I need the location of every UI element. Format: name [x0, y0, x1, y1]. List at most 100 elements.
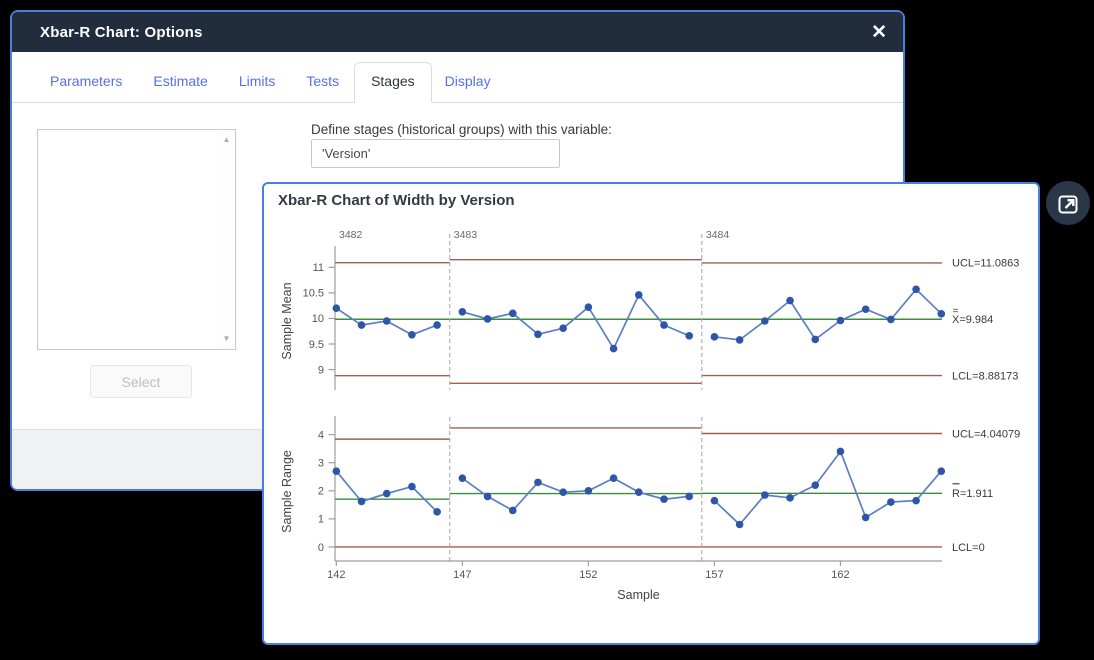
range-data-point: [333, 467, 341, 475]
mean-data-point: [912, 286, 920, 294]
range-data-point: [509, 507, 517, 515]
range-data-point: [887, 498, 895, 506]
mean-series-line: [462, 295, 689, 349]
mean-data-point: [408, 331, 416, 339]
listbox-scrollbar[interactable]: ▲ ▼: [218, 130, 235, 349]
range-data-point: [761, 491, 769, 499]
x-tick-label: 152: [579, 569, 597, 581]
stage-label: 3483: [454, 229, 478, 241]
range-data-point: [484, 493, 492, 501]
x-tick-label: 147: [453, 569, 471, 581]
range-data-point: [610, 474, 618, 482]
mean-data-point: [685, 332, 693, 340]
range-series-line: [462, 478, 689, 510]
chart-window: 99.51010.511Sample Mean348234833484UCL=1…: [262, 182, 1040, 645]
y-tick-label: 11: [313, 262, 324, 274]
mean-data-point: [862, 305, 870, 313]
range-data-point: [685, 493, 693, 501]
tab-limits[interactable]: Limits: [239, 73, 276, 102]
range-data-point: [837, 448, 845, 456]
mean-series-line: [714, 289, 941, 340]
mean-data-point: [811, 336, 819, 344]
dialog-title: Xbar-R Chart: Options: [40, 24, 203, 41]
range-axis-title: Sample Range: [280, 450, 294, 533]
stage-label: 3484: [706, 229, 730, 241]
limit-annotation: UCL=4.04079: [952, 428, 1020, 440]
scroll-up-icon[interactable]: ▲: [218, 132, 235, 148]
stage-variable-input[interactable]: [311, 139, 560, 168]
range-data-point: [786, 494, 794, 502]
range-data-point: [408, 483, 416, 491]
range-data-point: [711, 497, 719, 505]
stage-label: 3482: [339, 229, 363, 241]
mean-data-point: [333, 304, 341, 312]
range-data-point: [534, 479, 542, 487]
y-tick-label: 1: [318, 514, 324, 526]
limit-annotation: UCL=11.0863: [952, 258, 1019, 270]
mean-data-point: [786, 297, 794, 305]
tab-bar: Parameters Estimate Limits Tests Stages …: [12, 52, 903, 103]
mean-data-point: [887, 316, 895, 324]
range-data-point: [585, 487, 593, 495]
y-tick-label: 10.5: [303, 288, 324, 300]
y-tick-label: 2: [318, 486, 324, 498]
mean-data-point: [761, 317, 769, 325]
mean-data-point: [711, 333, 719, 341]
mean-data-point: [383, 317, 391, 325]
range-data-point: [937, 467, 945, 475]
select-button[interactable]: Select: [90, 365, 192, 398]
limit-annotation: LCL=8.88173: [952, 370, 1018, 382]
range-data-point: [635, 488, 643, 496]
mean-data-point: [837, 317, 845, 325]
mean-data-point: [358, 321, 366, 329]
y-tick-label: 10: [312, 313, 324, 325]
mean-data-point: [635, 291, 643, 299]
tab-display[interactable]: Display: [445, 73, 491, 102]
x-tick-label: 162: [831, 569, 849, 581]
mean-data-point: [610, 345, 618, 353]
tab-stages[interactable]: Stages: [354, 62, 432, 103]
y-tick-label: 0: [318, 542, 324, 554]
x-axis-title: Sample: [617, 588, 659, 602]
external-link-icon: [1046, 181, 1090, 225]
tab-parameters[interactable]: Parameters: [50, 73, 122, 102]
mean-data-point: [509, 310, 517, 318]
dialog-titlebar[interactable]: Xbar-R Chart: Options ✕: [12, 12, 903, 52]
limit-annotation: R=1.911: [952, 488, 993, 500]
range-data-point: [433, 508, 441, 516]
mean-data-point: [559, 324, 567, 332]
mean-axis-title: Sample Mean: [280, 282, 294, 359]
mean-data-point: [534, 330, 542, 338]
variable-listbox[interactable]: ▲ ▼: [37, 129, 236, 350]
y-tick-label: 4: [318, 429, 324, 441]
range-data-point: [358, 498, 366, 506]
mean-data-point: [585, 303, 593, 311]
mean-data-point: [459, 308, 467, 316]
mean-data-point: [433, 321, 441, 329]
range-data-point: [383, 490, 391, 498]
range-data-point: [660, 495, 668, 503]
x-tick-label: 142: [327, 569, 345, 581]
range-data-point: [912, 497, 920, 505]
stage-variable-label: Define stages (historical groups) with t…: [311, 122, 612, 137]
y-tick-label: 9.5: [309, 339, 324, 351]
double-bar: =: [953, 306, 959, 317]
open-in-new-window-button[interactable]: [1046, 181, 1090, 225]
mean-data-point: [937, 310, 945, 318]
range-data-point: [736, 521, 744, 529]
tab-tests[interactable]: Tests: [306, 73, 339, 102]
range-data-point: [559, 488, 567, 496]
range-data-point: [459, 474, 467, 482]
screen: Xbar-R Chart: Options ✕ Parameters Estim…: [0, 0, 1094, 660]
mean-data-point: [484, 315, 492, 323]
x-tick-label: 157: [705, 569, 723, 581]
scroll-down-icon[interactable]: ▼: [218, 331, 235, 347]
xbar-r-chart: 99.51010.511Sample Mean348234833484UCL=1…: [264, 184, 1038, 643]
mean-data-point: [660, 321, 668, 329]
limit-annotation: LCL=0: [952, 542, 985, 554]
close-icon[interactable]: ✕: [871, 23, 887, 42]
range-data-point: [811, 481, 819, 489]
tab-estimate[interactable]: Estimate: [153, 73, 207, 102]
chart-title: Xbar-R Chart of Width by Version: [278, 192, 515, 209]
range-series-line: [714, 452, 941, 525]
